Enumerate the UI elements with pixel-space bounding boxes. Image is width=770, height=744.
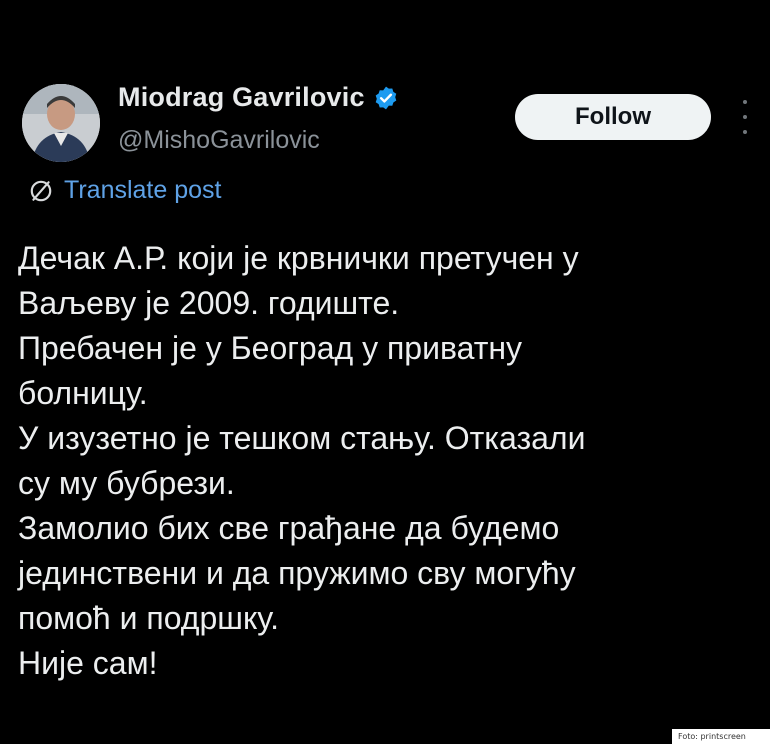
follow-button[interactable]: Follow xyxy=(515,94,711,140)
post-text-line: Није сам! xyxy=(18,645,158,681)
post-text-line: У изузетно је тешком стању. Отказали xyxy=(18,420,586,456)
post-text: Дечак А.Р. који је крвнички претучен у В… xyxy=(18,236,758,686)
avatar[interactable] xyxy=(22,84,100,162)
more-dot xyxy=(743,115,747,119)
post-text-line: су му бубрези. xyxy=(18,465,235,501)
post-text-line: Ваљеву је 2009. годиште. xyxy=(18,285,400,321)
post-text-line: помоћ и подршку. xyxy=(18,600,279,636)
post-text-line: болницу. xyxy=(18,375,148,411)
post-text-line: Пребачен је у Београд у приватну xyxy=(18,330,523,366)
photo-credit-watermark: Foto: printscreen xyxy=(672,729,770,744)
translate-post-label: Translate post xyxy=(64,176,222,204)
post-card: Miodrag Gavrilovic @MishoGavrilovic Foll… xyxy=(0,0,770,744)
post-text-line: Дечак А.Р. који је крвнички претучен у xyxy=(18,240,579,276)
more-options-icon[interactable] xyxy=(741,100,749,134)
profile-photo-icon xyxy=(22,84,100,162)
post-text-line: јединствени и да пружимо сву могућу xyxy=(18,555,576,591)
author-name-row: Miodrag Gavrilovic xyxy=(118,82,399,113)
more-dot xyxy=(743,100,747,104)
verified-badge-icon xyxy=(375,86,396,109)
more-dot xyxy=(743,130,747,134)
translate-globe-icon xyxy=(30,180,52,201)
author-display-name[interactable]: Miodrag Gavrilovic xyxy=(118,82,365,113)
post-text-line: Замолио бих све грађане да будемо xyxy=(18,510,560,546)
author-handle[interactable]: @MishoGavrilovic xyxy=(118,126,320,155)
translate-post-link[interactable]: Translate post xyxy=(28,176,221,205)
